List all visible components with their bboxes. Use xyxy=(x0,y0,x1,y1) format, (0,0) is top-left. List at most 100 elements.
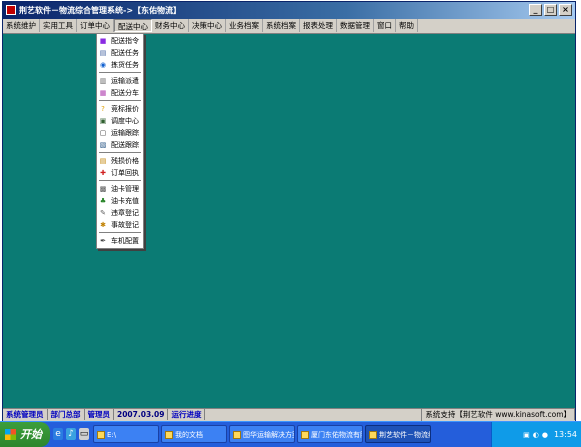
browser-icon[interactable]: e xyxy=(53,428,63,440)
quick-launch: e ♪ ▭ xyxy=(53,428,89,440)
start-button[interactable]: 开始 xyxy=(0,422,50,447)
dropdown-item[interactable]: ▣ 调度中心 xyxy=(97,115,143,127)
dropdown-item[interactable]: ✒ 车机配置 xyxy=(97,235,143,247)
taskbar-button[interactable]: 厦门东佑物流有限... xyxy=(297,425,363,443)
dropdown-item[interactable]: ♣ 油卡充值 xyxy=(97,195,143,207)
clock: 13:54 xyxy=(553,430,577,439)
track-icon: ▧ xyxy=(99,141,107,149)
dropdown-item-label: 竞标报价 xyxy=(111,105,139,113)
warning-icon: ✱ xyxy=(100,221,106,229)
title-bar[interactable]: 荆艺软件－物流综合管理系统->【东佑物流】 _ □ × xyxy=(3,2,575,19)
start-label: 开始 xyxy=(20,428,42,441)
book-icon: ■ xyxy=(99,37,107,45)
dropdown-item-label: 配送指令 xyxy=(111,37,139,45)
dropdown-item[interactable]: ▤ 残损价格 xyxy=(97,155,143,167)
maximize-button[interactable]: □ xyxy=(544,4,557,16)
dropdown-item[interactable]: ? 竞标报价 xyxy=(97,103,143,115)
status-state: 运行进度 xyxy=(168,409,206,420)
menu-separator xyxy=(99,232,141,234)
menu-system-maintenance[interactable]: 系统维护 xyxy=(3,19,40,32)
taskbar-button-label: 我的文档 xyxy=(175,431,203,439)
menu-bar: 系统维护 实用工具 订单中心 配送中心 财务中心 决策中心 业务档案 系统档案 … xyxy=(3,19,575,34)
window-icon xyxy=(233,431,241,439)
menu-finance-center[interactable]: 财务中心 xyxy=(152,19,189,32)
menu-separator xyxy=(99,72,141,74)
cart-icon: ▦ xyxy=(99,89,107,97)
menu-data-management[interactable]: 数据管理 xyxy=(337,19,374,32)
dropdown-item-label: 事故登记 xyxy=(111,221,139,229)
dropdown-item-label: 配送任务 xyxy=(111,49,139,57)
menu-system-files[interactable]: 系统档案 xyxy=(263,19,300,32)
windows-logo-icon xyxy=(5,429,16,440)
help-icon: ? xyxy=(101,105,105,113)
taskbar-button-label: 荆艺软件－物流综... xyxy=(379,431,430,439)
menu-order-center[interactable]: 订单中心 xyxy=(77,19,114,32)
settings-icon: ✒ xyxy=(100,237,106,245)
menu-business-files[interactable]: 业务档案 xyxy=(226,19,263,32)
status-department: 部门总部 xyxy=(48,409,85,420)
main-window: 荆艺软件－物流综合管理系统->【东佑物流】 _ □ × 系统维护 实用工具 订单… xyxy=(2,1,576,421)
dispatch-icon: ▣ xyxy=(99,117,107,125)
globe-icon: ◉ xyxy=(99,61,107,69)
form-icon: ▤ xyxy=(99,49,107,57)
dropdown-item-label: 配送分车 xyxy=(111,89,139,97)
dropdown-item-label: 运输派遣 xyxy=(111,77,139,85)
truck-icon: ▥ xyxy=(99,77,107,85)
window-icon xyxy=(165,431,173,439)
menu-tools[interactable]: 实用工具 xyxy=(40,19,77,32)
dropdown-item[interactable]: ■ 配送指令 xyxy=(97,35,143,47)
media-icon[interactable]: ♪ xyxy=(66,428,76,440)
dropdown-item-label: 车机配置 xyxy=(111,237,139,245)
menu-separator xyxy=(99,180,141,182)
dropdown-item-label: 残损价格 xyxy=(111,157,139,165)
menu-decision-center[interactable]: 决策中心 xyxy=(189,19,226,32)
taskbar-button[interactable]: 荆艺软件－物流综... xyxy=(365,425,431,443)
minimize-button[interactable]: _ xyxy=(529,4,542,16)
workspace-area xyxy=(3,34,575,408)
status-bar: 系统管理员 部门总部 管理员 2007.03.09 运行进度 系统支持【荆艺软件… xyxy=(3,408,575,421)
task-buttons: E:\ 我的文档 图华运输解决方案 厦门东佑物流有限... 荆艺软件－物流综... xyxy=(93,425,431,443)
window-icon xyxy=(301,431,309,439)
dropdown-item[interactable]: ✚ 订单回执 xyxy=(97,167,143,179)
dropdown-item[interactable]: ✎ 违章登记 xyxy=(97,207,143,219)
window-icon xyxy=(97,431,105,439)
document-icon: ▤ xyxy=(99,157,107,165)
dropdown-item[interactable]: ✱ 事故登记 xyxy=(97,219,143,231)
status-date: 2007.03.09 xyxy=(114,409,169,420)
taskbar-button-label: 图华运输解决方案 xyxy=(243,431,295,439)
taskbar-button[interactable]: E:\ xyxy=(93,425,159,443)
monitor-icon: ▢ xyxy=(99,129,107,137)
menu-separator xyxy=(99,100,141,102)
volume-icon[interactable]: ◐ xyxy=(533,431,539,439)
status-operator: 管理员 xyxy=(85,409,114,420)
receipt-icon: ✚ xyxy=(100,169,106,177)
taskbar: 开始 e ♪ ▭ E:\ 我的文档 图华运输解决方案 厦门东佑物流有限... 荆艺软件－… xyxy=(0,421,581,447)
dropdown-item-label: 运输跟踪 xyxy=(111,129,139,137)
close-button[interactable]: × xyxy=(559,4,572,16)
ime-icon[interactable]: ● xyxy=(542,431,548,439)
taskbar-button[interactable]: 我的文档 xyxy=(161,425,227,443)
dropdown-item[interactable]: ◉ 拣货任务 xyxy=(97,59,143,71)
menu-reports[interactable]: 报表处理 xyxy=(300,19,337,32)
dropdown-item[interactable]: ▥ 运输派遣 xyxy=(97,75,143,87)
dropdown-item-label: 配送跟踪 xyxy=(111,141,139,149)
network-icon[interactable]: ▣ xyxy=(523,431,530,439)
dropdown-item[interactable]: ▤ 配送任务 xyxy=(97,47,143,59)
app-icon[interactable] xyxy=(6,5,16,15)
menu-help[interactable]: 帮助 xyxy=(396,19,418,32)
desktop-icon[interactable]: ▭ xyxy=(79,428,89,440)
dropdown-item[interactable]: ▩ 油卡管理 xyxy=(97,183,143,195)
menu-separator xyxy=(99,152,141,154)
dropdown-item-label: 订单回执 xyxy=(111,169,139,177)
status-spacer xyxy=(205,409,423,421)
pencil-icon: ✎ xyxy=(100,209,106,217)
taskbar-button-label: 厦门东佑物流有限... xyxy=(311,431,362,439)
menu-window[interactable]: 窗口 xyxy=(374,19,396,32)
dropdown-item[interactable]: ▦ 配送分车 xyxy=(97,87,143,99)
menu-delivery-center[interactable]: 配送中心 xyxy=(114,19,152,32)
dropdown-item-label: 拣货任务 xyxy=(111,61,139,69)
card-icon: ▩ xyxy=(99,185,107,193)
taskbar-button[interactable]: 图华运输解决方案 xyxy=(229,425,295,443)
dropdown-item[interactable]: ▧ 配送跟踪 xyxy=(97,139,143,151)
dropdown-item[interactable]: ▢ 运输跟踪 xyxy=(97,127,143,139)
